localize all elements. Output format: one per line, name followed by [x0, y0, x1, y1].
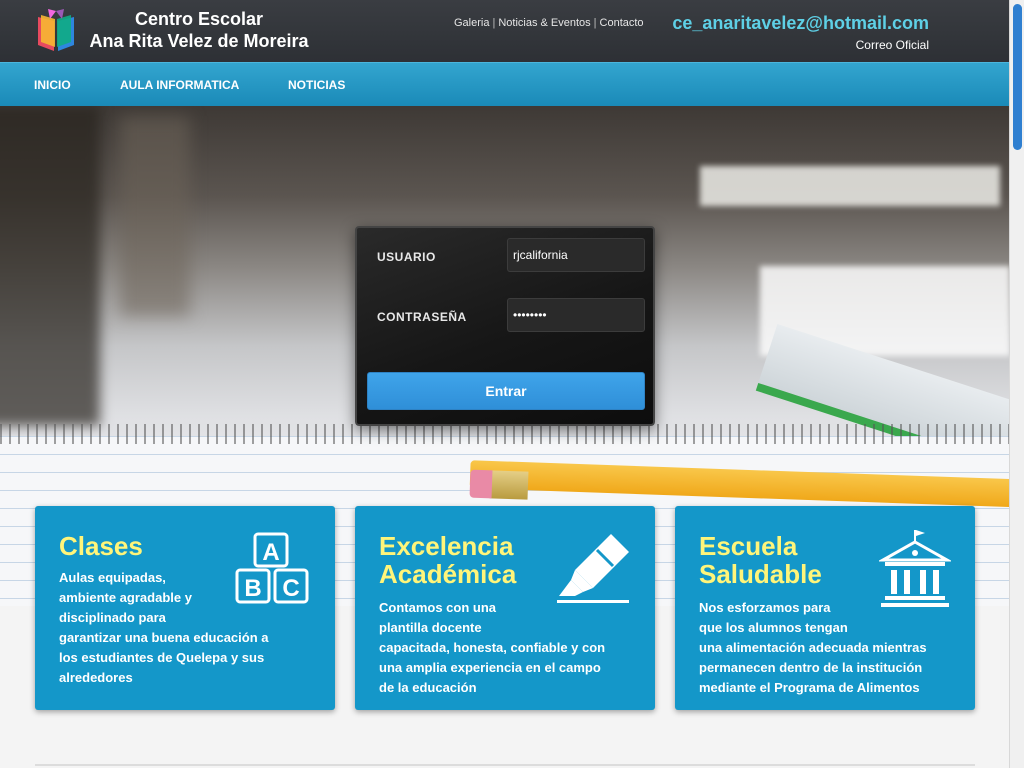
abc-blocks-icon: A B C	[235, 532, 309, 604]
card-text-line: que los alumnos tengan	[699, 620, 848, 635]
card-text-line: plantilla docente	[379, 620, 482, 635]
card-title-line: Clases	[59, 531, 143, 561]
card-text-line: mediante el Programa de Alimentos	[699, 680, 920, 695]
card-text-line: los estudiantes de Quelepa y sus	[59, 650, 265, 665]
card-text-line: alrededores	[59, 670, 133, 685]
card-title: Excelencia Académica	[379, 532, 516, 588]
card-excelencia-academica: Excelencia Académica Contamos con una pl…	[355, 506, 655, 710]
card-clases: Clases Aulas equipadas, ambiente agradab…	[35, 506, 335, 710]
card-title-line: Académica	[379, 559, 517, 589]
top-links: Galeria | Noticias & Eventos | Contacto	[454, 17, 644, 29]
card-text-line: una alimentación adecuada mientras	[699, 640, 927, 655]
svg-text:A: A	[262, 539, 279, 566]
official-email[interactable]: ce_anaritavelez@hotmail.com	[672, 13, 929, 34]
svg-text:C: C	[282, 575, 299, 602]
link-separator: |	[492, 17, 496, 29]
card-text-line: disciplinado para	[59, 610, 166, 625]
login-button[interactable]: Entrar	[367, 372, 645, 410]
username-input[interactable]	[507, 238, 645, 272]
card-escuela-saludable: Escuela Saludable Nos esforzamos para qu…	[675, 506, 975, 710]
link-galeria[interactable]: Galeria	[454, 17, 489, 29]
card-title-line: Saludable	[699, 559, 822, 589]
card-text: Contamos con una plantilla docente capac…	[379, 598, 605, 698]
card-title-line: Escuela	[699, 531, 798, 561]
page-scrollbar[interactable]	[1009, 0, 1024, 768]
open-book-icon	[38, 9, 74, 51]
card-text-line: de la educación	[379, 680, 477, 695]
card-text-line: capacitada, honesta, confiable y con	[379, 640, 606, 655]
main-nav: INICIO AULA INFORMATICA NOTICIAS	[0, 62, 1009, 106]
card-title: Clases	[59, 532, 143, 560]
school-name[interactable]: Centro Escolar Ana Rita Velez de Moreira	[84, 8, 314, 52]
highlighter-icon	[557, 534, 629, 603]
school-name-line2: Ana Rita Velez de Moreira	[89, 31, 309, 51]
link-separator: |	[593, 17, 597, 29]
card-title: Escuela Saludable	[699, 532, 822, 588]
scrollbar-thumb[interactable]	[1013, 4, 1022, 150]
login-panel: USUARIO CONTRASEÑA Entrar	[355, 226, 655, 426]
username-label: USUARIO	[377, 250, 436, 264]
school-name-line1: Centro Escolar	[134, 9, 264, 29]
link-noticias-eventos[interactable]: Noticias & Eventos	[498, 17, 590, 29]
card-text: Nos esforzamos para que los alumnos teng…	[699, 598, 927, 698]
card-text-line: garantizar una buena educación a	[59, 630, 269, 645]
svg-text:B: B	[244, 575, 261, 602]
card-text-line: una amplia experiencia en el campo	[379, 660, 601, 675]
card-title-line: Excelencia	[379, 531, 514, 561]
section-divider	[35, 764, 975, 766]
nav-item-inicio[interactable]: INICIO	[34, 78, 71, 92]
card-text-line: permanecen dentro de la institución	[699, 660, 923, 675]
password-label: CONTRASEÑA	[377, 310, 467, 324]
nav-item-noticias[interactable]: NOTICIAS	[288, 78, 345, 92]
password-input[interactable]	[507, 298, 645, 332]
nav-item-aula-informatica[interactable]: AULA INFORMATICA	[120, 78, 239, 92]
official-email-label: Correo Oficial	[855, 38, 929, 52]
link-contacto[interactable]: Contacto	[600, 17, 644, 29]
site-header: Centro Escolar Ana Rita Velez de Moreira…	[0, 0, 1009, 62]
school-building-icon	[879, 530, 951, 607]
